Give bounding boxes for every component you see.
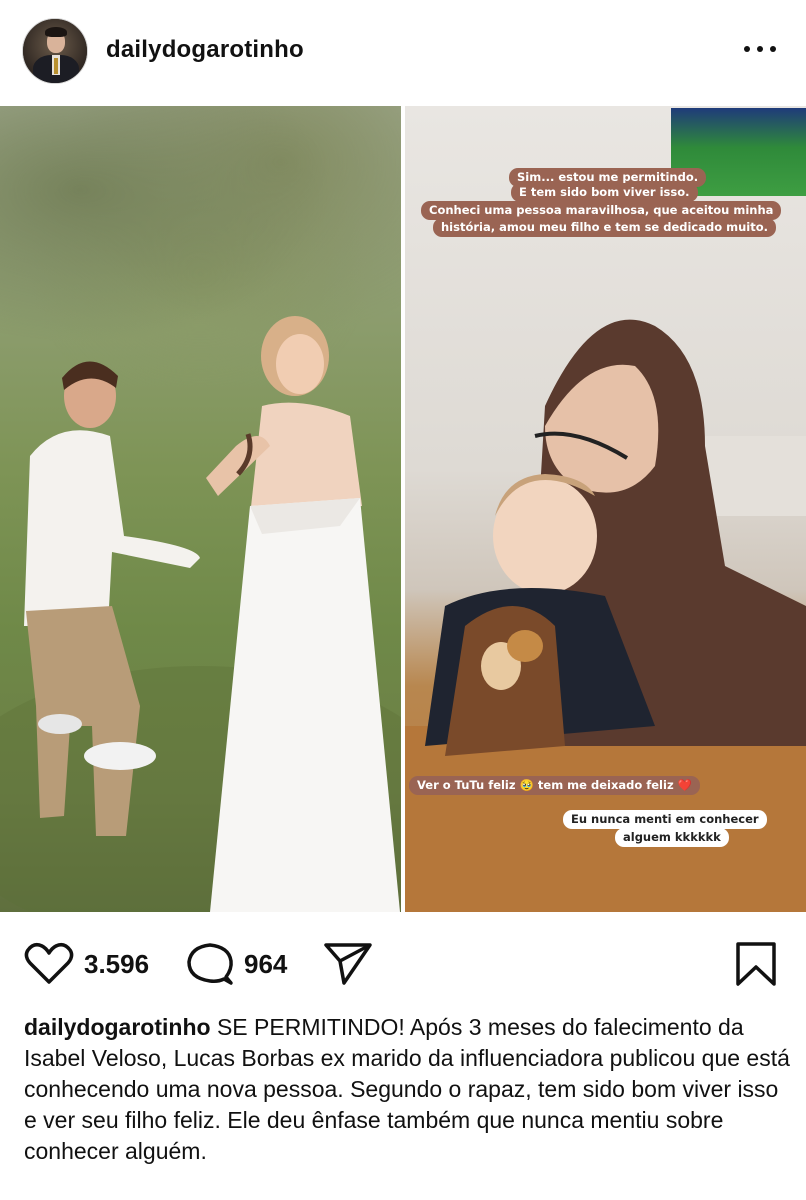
story-caption-6: Eu nunca menti em conhecer [563,810,767,829]
save-button[interactable] [734,940,778,988]
story-caption-4: história, amou meu filho e tem se dedica… [433,218,777,237]
post-caption: dailydogarotinho SE PERMITINDO! Após 3 m… [24,1012,794,1167]
heart-icon [24,942,74,984]
post-media[interactable]: Sim... estou me permitindo. E tem sido b… [0,106,806,912]
post-header: dailydogarotinho [0,0,806,106]
comment-button[interactable]: 964 [186,940,287,988]
username[interactable]: dailydogarotinho [106,36,304,64]
like-button[interactable]: 3.596 [24,940,149,988]
caption-username[interactable]: dailydogarotinho [24,1014,211,1040]
send-icon [324,943,372,985]
comment-icon [187,943,233,985]
more-icon[interactable] [744,40,776,60]
likes-count: 3.596 [84,948,150,979]
share-button[interactable] [322,940,374,988]
story-caption-5: Ver o TuTu feliz 🥹 tem me deixado feliz … [409,776,700,795]
bookmark-icon [736,942,776,986]
avatar[interactable] [22,18,88,84]
story-caption-7: alguem kkkkkk [615,828,729,847]
comments-count: 964 [244,948,288,979]
story-caption-2: E tem sido bom viver isso. [511,183,698,202]
couple-photo [0,106,401,912]
mother-baby-photo: Sim... estou me permitindo. E tem sido b… [405,106,806,912]
post-actions: 3.596 964 [0,912,806,1012]
